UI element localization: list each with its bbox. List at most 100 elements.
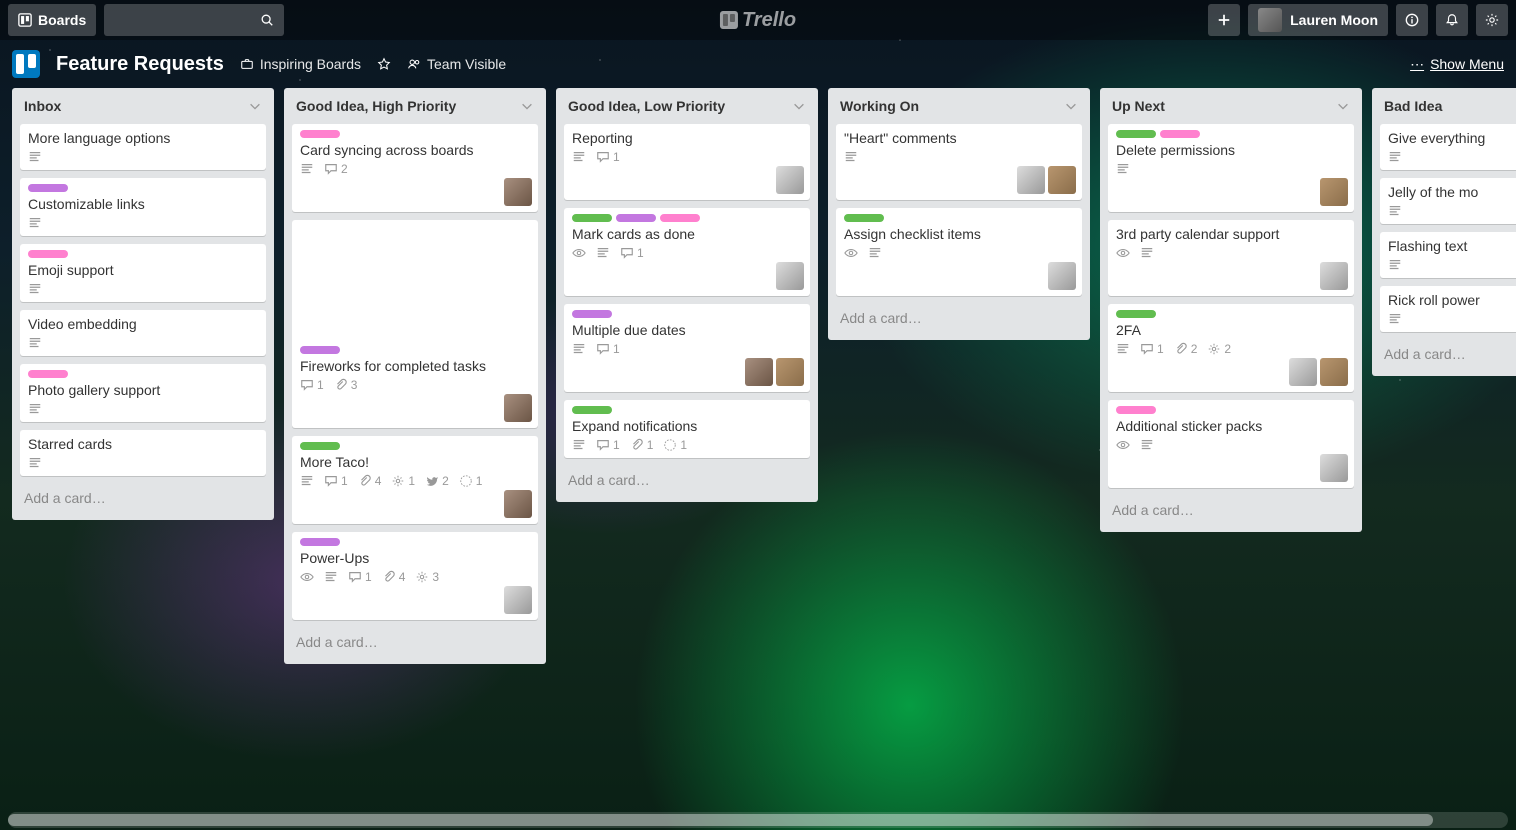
card-badges	[28, 150, 258, 164]
member-avatar[interactable]	[1048, 262, 1076, 290]
card[interactable]: "Heart" comments	[836, 124, 1082, 200]
description-icon	[1140, 438, 1154, 452]
member-avatar[interactable]	[1320, 262, 1348, 290]
list-title[interactable]: Good Idea, High Priority	[296, 98, 456, 114]
card[interactable]: Give everything	[1380, 124, 1516, 170]
label-green[interactable]	[572, 406, 612, 414]
settings-button[interactable]	[1476, 4, 1508, 36]
card[interactable]: Emoji support	[20, 244, 266, 302]
member-avatar[interactable]	[1017, 166, 1045, 194]
label-pink[interactable]	[300, 130, 340, 138]
star-button[interactable]	[377, 57, 391, 71]
horizontal-scrollbar[interactable]	[8, 812, 1508, 828]
search-input[interactable]	[104, 4, 284, 36]
trello-logo[interactable]: Trello	[720, 9, 796, 32]
team-link[interactable]: Inspiring Boards	[240, 56, 361, 72]
add-card-button[interactable]: Add a card…	[292, 628, 538, 656]
member-avatar[interactable]	[745, 358, 773, 386]
card[interactable]: Power-Ups143	[292, 532, 538, 620]
card[interactable]: Customizable links	[20, 178, 266, 236]
list-title[interactable]: Up Next	[1112, 98, 1165, 114]
plus-icon	[1217, 13, 1231, 27]
label-pink[interactable]	[1116, 406, 1156, 414]
member-avatar[interactable]	[504, 490, 532, 518]
card[interactable]: More Taco!14121	[292, 436, 538, 524]
card[interactable]: Assign checklist items	[836, 208, 1082, 296]
list-title[interactable]: Bad Idea	[1384, 98, 1442, 114]
member-avatar[interactable]	[1320, 454, 1348, 482]
boards-button[interactable]: Boards	[8, 4, 96, 36]
label-green[interactable]	[1116, 310, 1156, 318]
card[interactable]: 3rd party calendar support	[1108, 220, 1354, 296]
list-menu-button[interactable]	[1064, 99, 1078, 113]
card[interactable]: Additional sticker packs	[1108, 400, 1354, 488]
member-avatar[interactable]	[1289, 358, 1317, 386]
card-badge: 1	[348, 570, 372, 584]
add-card-button[interactable]: Add a card…	[1380, 340, 1516, 368]
label-purple[interactable]	[28, 184, 68, 192]
member-avatar[interactable]	[1320, 178, 1348, 206]
badge-count: 1	[341, 474, 348, 488]
label-pink[interactable]	[660, 214, 700, 222]
list-title[interactable]: Good Idea, Low Priority	[568, 98, 725, 114]
card[interactable]: More language options	[20, 124, 266, 170]
list-menu-button[interactable]	[792, 99, 806, 113]
add-card-button[interactable]: Add a card…	[20, 484, 266, 512]
list-title[interactable]: Working On	[840, 98, 919, 114]
label-pink[interactable]	[1160, 130, 1200, 138]
member-avatar[interactable]	[504, 178, 532, 206]
add-card-button[interactable]: Add a card…	[564, 466, 810, 494]
label-purple[interactable]	[300, 538, 340, 546]
card[interactable]: Starred cards	[20, 430, 266, 476]
create-button[interactable]	[1208, 4, 1240, 36]
card[interactable]: Expand notifications111	[564, 400, 810, 458]
label-purple[interactable]	[300, 346, 340, 354]
label-pink[interactable]	[28, 250, 68, 258]
watch-icon	[572, 246, 586, 260]
votes-icon	[663, 438, 677, 452]
comments-icon	[1140, 342, 1154, 356]
list-menu-button[interactable]	[520, 99, 534, 113]
list-title[interactable]: Inbox	[24, 98, 61, 114]
label-green[interactable]	[1116, 130, 1156, 138]
card-badge: 1	[596, 342, 620, 356]
card[interactable]: Fireworks for completed tasks13	[292, 220, 538, 428]
label-green[interactable]	[300, 442, 340, 450]
list-menu-button[interactable]	[248, 99, 262, 113]
card[interactable]: Video embedding	[20, 310, 266, 356]
card[interactable]: Flashing text	[1380, 232, 1516, 278]
card[interactable]: Rick roll power	[1380, 286, 1516, 332]
member-avatar[interactable]	[1320, 358, 1348, 386]
card[interactable]: Card syncing across boards2	[292, 124, 538, 212]
label-pink[interactable]	[28, 370, 68, 378]
label-purple[interactable]	[572, 310, 612, 318]
add-card-button[interactable]: Add a card…	[836, 304, 1082, 332]
card-members	[1320, 454, 1348, 482]
member-avatar[interactable]	[776, 262, 804, 290]
card[interactable]: Photo gallery support	[20, 364, 266, 422]
add-card-button[interactable]: Add a card…	[1108, 496, 1354, 524]
list-menu-button[interactable]	[1336, 99, 1350, 113]
card[interactable]: Jelly of the mo	[1380, 178, 1516, 224]
visibility-button[interactable]: Team Visible	[407, 56, 506, 72]
label-purple[interactable]	[616, 214, 656, 222]
card[interactable]: Delete permissions	[1108, 124, 1354, 212]
member-avatar[interactable]	[1048, 166, 1076, 194]
member-avatar[interactable]	[504, 586, 532, 614]
card[interactable]: Multiple due dates1	[564, 304, 810, 392]
member-avatar[interactable]	[504, 394, 532, 422]
member-avatar[interactable]	[776, 358, 804, 386]
card-badge: 1	[596, 150, 620, 164]
user-menu[interactable]: Lauren Moon	[1248, 4, 1388, 36]
label-green[interactable]	[844, 214, 884, 222]
board-canvas[interactable]: Inbox More language options Customizable l…	[0, 88, 1516, 674]
board-title[interactable]: Feature Requests	[56, 53, 224, 76]
notifications-button[interactable]	[1436, 4, 1468, 36]
card[interactable]: Reporting1	[564, 124, 810, 200]
card[interactable]: 2FA122	[1108, 304, 1354, 392]
label-green[interactable]	[572, 214, 612, 222]
info-button[interactable]	[1396, 4, 1428, 36]
show-menu-button[interactable]: ⋯ Show Menu	[1410, 56, 1504, 73]
card[interactable]: Mark cards as done1	[564, 208, 810, 296]
member-avatar[interactable]	[776, 166, 804, 194]
